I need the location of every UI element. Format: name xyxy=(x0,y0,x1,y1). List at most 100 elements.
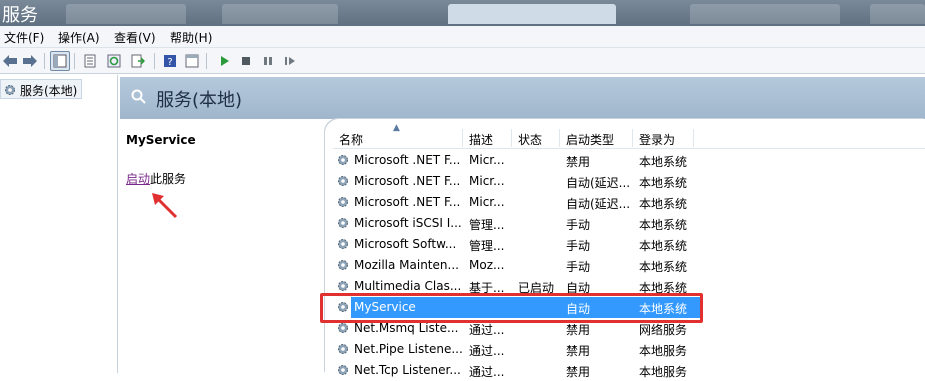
cell-log-on-as: 本地服务 xyxy=(639,344,688,358)
cell-description: 通过... xyxy=(469,365,505,379)
column-divider[interactable] xyxy=(693,129,694,147)
cell-name: Net.Msmq Liste... xyxy=(354,321,459,335)
start-service-row: 启动此服务 xyxy=(126,170,186,187)
table-row[interactable]: Microsoft iSCSI I... 管理... 手动 本地系统 xyxy=(333,213,925,234)
column-divider[interactable] xyxy=(462,129,463,147)
console-view-icon[interactable] xyxy=(182,51,202,71)
cell-log-on-as: 本地系统 xyxy=(639,155,688,169)
properties-icon[interactable] xyxy=(80,51,100,71)
table-row[interactable]: Microsoft Softw... 管理... 手动 本地系统 xyxy=(333,234,925,255)
description-pane: MyService 启动此服务 xyxy=(120,119,325,373)
toolbar-separator xyxy=(206,53,207,69)
cell-name: Microsoft .NET F... xyxy=(354,174,461,188)
selected-service-name: MyService xyxy=(126,133,196,147)
sort-ascending-icon: ▲ xyxy=(393,123,400,133)
stop-icon[interactable] xyxy=(236,51,256,71)
menu-file[interactable]: 文件(F) xyxy=(4,29,44,46)
export-icon[interactable] xyxy=(128,51,148,71)
cell-description: 管理... xyxy=(469,239,505,253)
start-service-link[interactable]: 启动 xyxy=(126,172,150,186)
column-startup-type[interactable]: 启动类型 xyxy=(566,131,614,148)
highlight-box xyxy=(320,293,703,323)
cell-log-on-as: 本地服务 xyxy=(639,365,688,379)
column-divider[interactable] xyxy=(559,129,560,147)
gear-icon xyxy=(336,258,350,275)
column-status[interactable]: 状态 xyxy=(518,131,542,148)
column-divider[interactable] xyxy=(511,129,512,147)
menu-help[interactable]: 帮助(H) xyxy=(170,29,212,46)
services-list: 名称 ▲ 描述 状态 启动类型 登录为 Microsoft .NET F... M… xyxy=(325,119,925,379)
title-bar: 服务 xyxy=(0,0,925,26)
gear-icon xyxy=(336,174,350,191)
table-row[interactable]: Microsoft .NET F... Micr... 自动(延迟... 本地系统 xyxy=(333,192,925,213)
annotation-arrow xyxy=(152,193,178,219)
play-icon[interactable] xyxy=(214,51,234,71)
gear-icon xyxy=(336,216,350,233)
cell-startup-type: 禁用 xyxy=(566,344,591,358)
table-row[interactable]: Net.Pipe Listene... 通过... 禁用 本地服务 xyxy=(333,339,925,360)
tree-node-label: 服务(本地) xyxy=(20,83,78,98)
column-divider[interactable] xyxy=(632,129,633,147)
gear-icon xyxy=(336,153,350,170)
cell-startup-type: 禁用 xyxy=(566,323,591,337)
cell-log-on-as: 网络服务 xyxy=(639,323,688,337)
toolbar-separator xyxy=(74,53,75,69)
cell-log-on-as: 本地系统 xyxy=(639,176,688,190)
cell-description: Micr... xyxy=(469,174,505,188)
menu-bar: 文件(F) 操作(A) 查看(V) 帮助(H) xyxy=(0,26,925,48)
cell-name: Multimedia Clas... xyxy=(354,279,462,293)
cell-startup-type: 禁用 xyxy=(566,365,591,379)
column-description[interactable]: 描述 xyxy=(469,131,493,148)
cell-description: Micr... xyxy=(469,195,505,209)
window-title: 服务 xyxy=(2,5,38,26)
table-row[interactable]: Net.Tcp Listener... 通过... 禁用 本地服务 xyxy=(333,360,925,381)
gear-icon xyxy=(336,321,350,338)
cell-description: 管理... xyxy=(469,218,505,232)
taskbar-tab-3[interactable] xyxy=(448,4,616,24)
cell-name: Microsoft iSCSI I... xyxy=(354,216,462,230)
cell-startup-type: 手动 xyxy=(566,239,591,253)
table-row[interactable]: Mozilla Mainten... Moz... 手动 本地系统 xyxy=(333,255,925,276)
show-tree-icon[interactable] xyxy=(50,51,70,71)
cell-log-on-as: 本地系统 xyxy=(639,260,688,274)
tree-node-services-local[interactable]: 服务(本地) xyxy=(0,79,83,99)
cell-description: Micr... xyxy=(469,153,505,167)
column-headers: 名称 ▲ 描述 状态 启动类型 登录为 xyxy=(333,123,925,149)
refresh-icon[interactable] xyxy=(104,51,124,71)
cell-name: Microsoft .NET F... xyxy=(354,195,461,209)
table-row[interactable]: Microsoft .NET F... Micr... 禁用 本地系统 xyxy=(333,150,925,171)
pause-icon[interactable] xyxy=(258,51,278,71)
taskbar-tab-2[interactable] xyxy=(222,4,338,24)
cell-name: Net.Tcp Listener... xyxy=(354,363,461,377)
taskbar-tab-5[interactable] xyxy=(870,4,925,24)
gear-icon xyxy=(336,342,350,359)
table-row[interactable]: Microsoft .NET F... Micr... 自动(延迟... 本地系统 xyxy=(333,171,925,192)
toolbar: ? xyxy=(0,48,925,74)
column-name[interactable]: 名称 xyxy=(339,131,363,148)
cell-startup-type: 禁用 xyxy=(566,155,591,169)
gear-icon xyxy=(336,363,350,380)
restart-icon[interactable] xyxy=(280,51,300,71)
cell-log-on-as: 本地系统 xyxy=(639,239,688,253)
back-icon[interactable] xyxy=(0,51,20,71)
menu-view[interactable]: 查看(V) xyxy=(114,29,156,46)
taskbar-tab-1[interactable] xyxy=(66,4,186,24)
cell-startup-type: 手动 xyxy=(566,218,591,232)
forward-icon[interactable] xyxy=(20,51,40,71)
toolbar-separator xyxy=(154,53,155,69)
cell-name: Net.Pipe Listene... xyxy=(354,342,462,356)
help-icon[interactable]: ? xyxy=(160,51,180,71)
column-log-on-as[interactable]: 登录为 xyxy=(639,131,675,148)
console-tree: 服务(本地) xyxy=(0,75,118,373)
taskbar-tab-4[interactable] xyxy=(690,4,840,24)
services-header: 服务(本地) xyxy=(120,77,925,119)
cell-name: Microsoft Softw... xyxy=(354,237,457,251)
cell-startup-type: 自动(延迟... xyxy=(566,197,631,211)
cell-name: Mozilla Mainten... xyxy=(354,258,459,272)
cell-log-on-as: 本地系统 xyxy=(639,197,688,211)
menu-action[interactable]: 操作(A) xyxy=(58,29,100,46)
search-icon xyxy=(131,89,146,104)
start-service-suffix: 此服务 xyxy=(150,172,187,186)
gear-icon xyxy=(336,237,350,254)
cell-startup-type: 自动(延迟... xyxy=(566,176,631,190)
